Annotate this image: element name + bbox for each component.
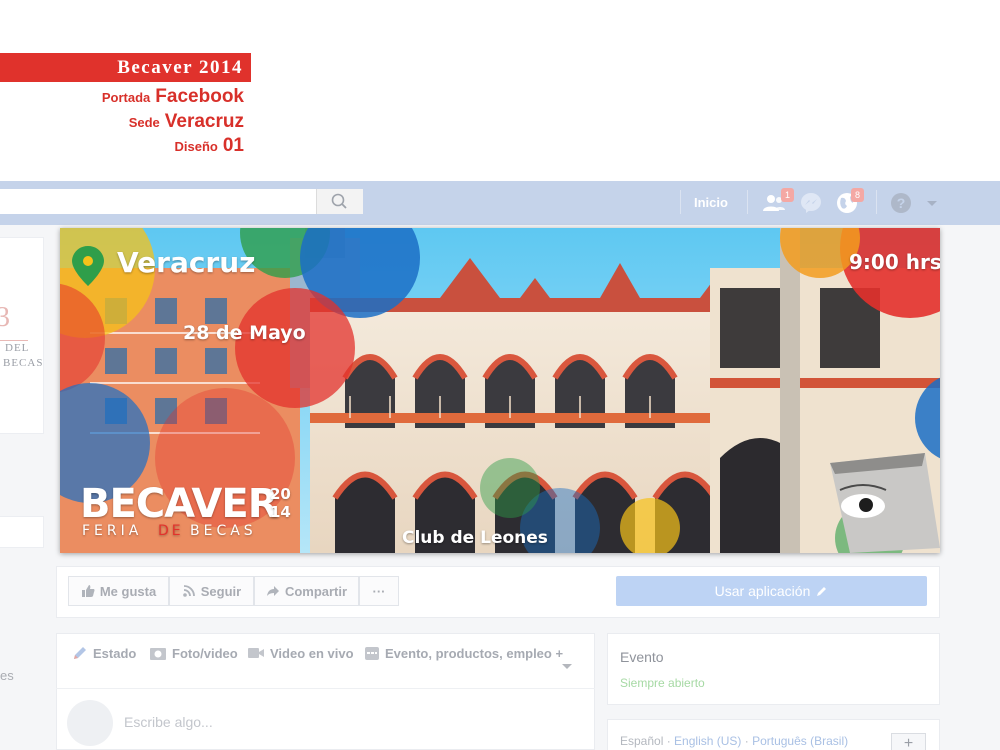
camera-icon	[150, 648, 166, 660]
share-button[interactable]: Compartir	[254, 576, 359, 606]
current-language: Español	[620, 734, 664, 748]
label-value: 01	[222, 135, 244, 156]
divider	[680, 190, 681, 214]
svg-text:?: ?	[897, 195, 906, 211]
cover-city: Veracruz	[117, 246, 256, 279]
composer-divider	[56, 688, 595, 689]
search-icon	[331, 193, 347, 209]
label-value: Veracruz	[164, 111, 244, 132]
logo-brand: BECAVER	[80, 481, 278, 527]
composer-tab-label: Video en vivo	[270, 645, 354, 661]
screenshot-root: Becaver 2014 Portada Facebook Sede Veracru…	[0, 0, 1000, 750]
sidebar-text-fragment: es	[0, 668, 14, 683]
label-key: Portada	[101, 90, 151, 105]
share-arrow-icon	[266, 586, 279, 596]
messenger-icon[interactable]	[800, 192, 822, 214]
rss-icon	[182, 585, 195, 597]
thumbs-up-icon	[81, 585, 95, 597]
logo-year-bottom: 14	[270, 503, 291, 521]
share-label: Compartir	[284, 583, 348, 599]
composer-tab-label: Estado	[93, 645, 137, 661]
pencil-icon	[74, 647, 86, 659]
add-language-button[interactable]: +	[891, 733, 926, 750]
follow-label: Seguir	[200, 583, 242, 599]
event-info-card	[607, 633, 940, 705]
event-card-title: Evento	[620, 649, 664, 665]
event-logo: BECAVER 20 14 FERIA DE BECAS	[80, 481, 300, 541]
composer-tab-label: Foto/video	[172, 645, 238, 661]
label-value: Facebook	[155, 86, 244, 107]
divider	[747, 190, 748, 214]
composer-tab-status[interactable]: Estado	[72, 645, 136, 661]
video-camera-icon	[248, 648, 264, 658]
chevron-down-icon[interactable]	[562, 664, 572, 669]
logo-tagline-left: FERIA	[82, 523, 143, 539]
post-input[interactable]: Escribe algo...	[124, 714, 213, 730]
help-icon[interactable]: ?	[890, 192, 912, 214]
design-label-line: Portada Facebook	[102, 86, 244, 108]
divider	[876, 190, 877, 214]
label-key: Diseño	[174, 139, 218, 154]
sidebar-item[interactable]	[0, 516, 44, 548]
composer-tab-event[interactable]: Evento, productos, empleo +	[364, 645, 563, 661]
design-label-bar: Becaver 2014	[0, 53, 251, 82]
more-label: ···	[372, 583, 386, 599]
language-link[interactable]: English (US)	[674, 734, 741, 748]
language-list: Español · English (US) · Português (Bras…	[620, 734, 849, 748]
design-label-line: Diseño 01	[175, 135, 244, 157]
friend-requests-badge: 1	[781, 188, 794, 202]
composer-tab-live-video[interactable]: Video en vivo	[247, 645, 354, 661]
cover-time: 9:00 hrs.	[849, 250, 940, 274]
logo-rule	[0, 340, 28, 341]
label-key: Sede	[128, 115, 160, 130]
design-label-title: Becaver 2014	[117, 57, 243, 78]
use-app-button[interactable]: Usar aplicación	[616, 576, 927, 606]
logo-tagline-right: BECAS	[190, 523, 257, 539]
language-link[interactable]: Português (Brasil)	[752, 734, 848, 748]
profile-picture-card[interactable]: 3 DEL BECAS	[0, 237, 44, 434]
composer-tab-photo[interactable]: Foto/video	[149, 645, 238, 661]
logo-text: DEL	[5, 342, 30, 354]
design-label-line: Sede Veracruz	[129, 111, 244, 133]
event-icon	[365, 647, 379, 660]
logo-tagline-mid: DE	[158, 523, 184, 539]
logo-mark: 3	[0, 302, 10, 333]
avatar	[67, 700, 113, 746]
pencil-icon	[817, 587, 827, 596]
notifications-badge: 8	[851, 188, 864, 202]
home-link[interactable]: Inicio	[694, 195, 728, 210]
follow-button[interactable]: Seguir	[169, 576, 254, 606]
logo-text: BECAS	[3, 357, 44, 369]
cover-venue: Club de Leones	[402, 528, 548, 548]
cover-photo[interactable]: Veracruz 28 de Mayo 9:00 hrs. Club de Le…	[60, 228, 940, 553]
like-button[interactable]: Me gusta	[68, 576, 169, 606]
search-input[interactable]	[0, 189, 363, 214]
composer-tab-label: Evento, productos, empleo +	[385, 645, 564, 661]
search-button[interactable]	[316, 189, 363, 214]
use-app-label: Usar aplicación	[714, 583, 811, 599]
logo-year-top: 20	[270, 485, 291, 503]
like-label: Me gusta	[99, 583, 157, 599]
more-options-button[interactable]: ···	[359, 576, 399, 606]
cover-date: 28 de Mayo	[183, 322, 306, 344]
event-card-status: Siempre abierto	[620, 676, 705, 690]
chevron-down-icon[interactable]	[925, 196, 947, 218]
